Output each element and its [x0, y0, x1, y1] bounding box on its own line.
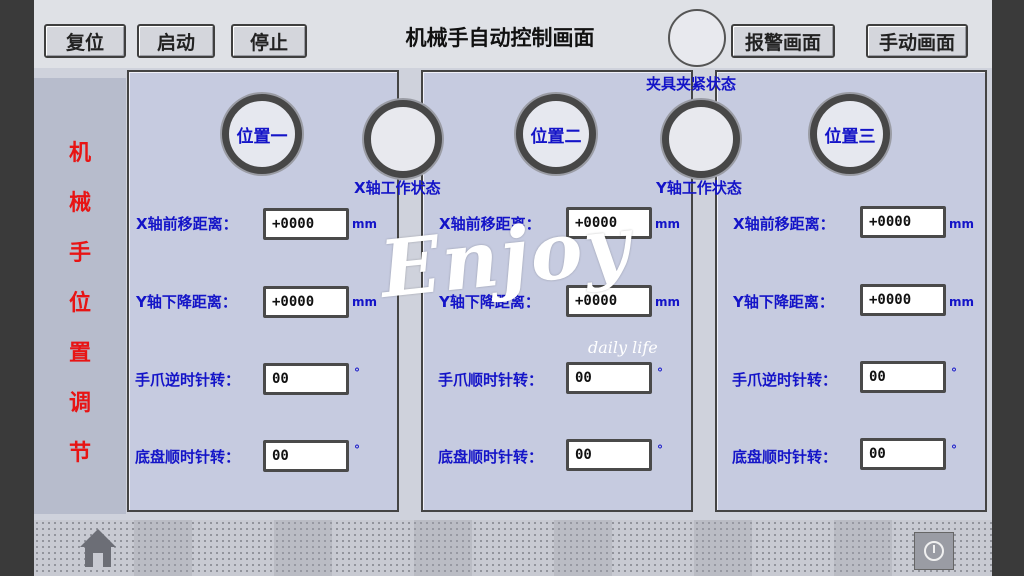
y-descend-input-3[interactable]: +0000	[860, 284, 946, 316]
side-title-char: 机	[68, 140, 91, 166]
unit-label: mm	[949, 217, 975, 231]
side-title-char: 置	[68, 340, 91, 366]
side-title-char: 械	[68, 190, 91, 216]
side-title-char: 节	[68, 440, 91, 466]
x-forward-label: X轴前移距离：	[136, 215, 238, 233]
gripper-rotate-input-3[interactable]: 00	[860, 361, 946, 393]
x-axis-status-indicator	[364, 100, 442, 178]
degree-label: °	[657, 366, 663, 380]
base-rotate-input-1[interactable]: 00	[263, 440, 349, 472]
base-rotate-label: 底盘顺时针转：	[135, 448, 241, 466]
bottom-bar-segment	[274, 520, 332, 576]
gripper-rotate-input-2[interactable]: 00	[566, 362, 652, 394]
gripper-rotate-label: 手爪逆时针转：	[135, 371, 241, 389]
clamp-status-indicator	[668, 9, 726, 67]
degree-label: °	[657, 443, 663, 457]
x-forward-label: X轴前移距离：	[733, 215, 835, 233]
base-rotate-input-3[interactable]: 00	[860, 438, 946, 470]
unit-label: mm	[949, 295, 975, 309]
degree-label: °	[354, 443, 360, 457]
x-axis-status-label: X轴工作状态	[354, 179, 441, 197]
unit-label: mm	[655, 217, 681, 231]
degree-label: °	[951, 443, 957, 457]
gripper-rotate-label: 手爪顺时针转：	[438, 371, 544, 389]
manual-screen-button[interactable]: 手动画面	[866, 24, 968, 58]
power-symbol-icon	[924, 541, 944, 561]
gripper-rotate-input-1[interactable]: 00	[263, 363, 349, 395]
stop-button[interactable]: 停止	[231, 24, 307, 58]
side-title-char: 位	[68, 290, 91, 316]
side-title-char: 调	[68, 390, 91, 416]
position-3-button[interactable]: 位置三	[810, 94, 890, 174]
unit-label: mm	[352, 217, 378, 231]
base-rotate-label: 底盘顺时针转：	[438, 448, 544, 466]
y-axis-status-label: Y轴工作状态	[656, 179, 742, 197]
y-descend-input-1[interactable]: +0000	[263, 286, 349, 318]
bottom-bar-segment	[554, 520, 612, 576]
y-descend-label: Y轴下降距离：	[733, 293, 834, 311]
x-forward-input-1[interactable]: +0000	[263, 208, 349, 240]
bottom-bar-segment	[134, 520, 192, 576]
base-rotate-label: 底盘顺时针转：	[732, 448, 838, 466]
y-descend-label: Y轴下降距离：	[136, 293, 237, 311]
power-icon[interactable]	[914, 532, 954, 570]
watermark-subtitle: daily life	[588, 338, 658, 357]
unit-label: mm	[352, 295, 378, 309]
alarm-screen-button[interactable]: 报警画面	[731, 24, 835, 58]
degree-label: °	[354, 366, 360, 380]
unit-label: mm	[655, 295, 681, 309]
base-rotate-input-2[interactable]: 00	[566, 439, 652, 471]
position-2-button[interactable]: 位置二	[516, 94, 596, 174]
gripper-rotate-label: 手爪逆时针转：	[732, 371, 838, 389]
bottom-bar-segment	[694, 520, 752, 576]
bottom-bar-segment	[834, 520, 892, 576]
position-1-button[interactable]: 位置一	[222, 94, 302, 174]
x-forward-input-3[interactable]: +0000	[860, 206, 946, 238]
clamp-status-label: 夹具夹紧状态	[646, 75, 737, 93]
side-title-char: 手	[68, 240, 91, 266]
side-title: 机械手位置调节	[34, 128, 126, 478]
start-button[interactable]: 启动	[137, 24, 215, 58]
y-axis-status-indicator	[662, 100, 740, 178]
degree-label: °	[951, 366, 957, 380]
home-icon[interactable]	[78, 527, 118, 569]
bottom-bar-segment	[414, 520, 472, 576]
reset-button[interactable]: 复位	[44, 24, 126, 58]
page-title: 机械手自动控制画面	[405, 25, 595, 50]
